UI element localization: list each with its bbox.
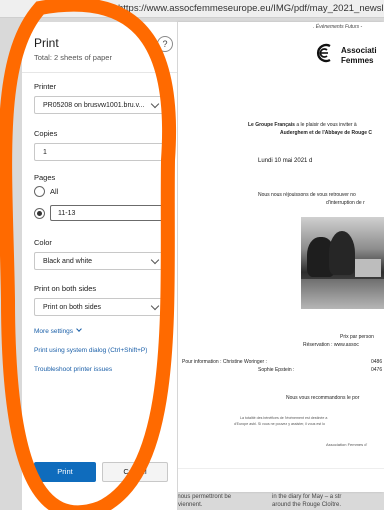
sheet-count: Total: 2 sheets of paper: [34, 53, 112, 62]
copies-label: Copies: [34, 129, 58, 138]
preview-info-phone-1: 0486: [371, 359, 383, 365]
pages-all-label: All: [50, 187, 59, 196]
preview-page-edge: [178, 468, 384, 492]
preview-info-name-2: Sophie Epstein :: [258, 367, 295, 373]
preview-body-line-1: Nous nous réjouissons de vous retrouver …: [258, 192, 356, 198]
preview-price: Prix par person: [340, 334, 374, 340]
more-settings-link[interactable]: More settings: [34, 326, 82, 335]
preview-header: . Événements Futurs -: [313, 24, 363, 30]
background-text-right-1: in the diary for May – a str: [272, 494, 342, 500]
pages-range-value: 11-13: [58, 210, 76, 217]
color-select[interactable]: Black and white: [34, 252, 168, 270]
duplex-value: Print on both sides: [43, 304, 101, 311]
preview-recommend: Nous vous recommandons le por: [286, 395, 360, 401]
preview-footer: Association Femmes d': [326, 442, 368, 447]
system-dialog-link[interactable]: Print using system dialog (Ctrl+Shift+P): [34, 347, 147, 354]
preview-info-phone-2: 0476: [371, 367, 383, 373]
help-icon[interactable]: ?: [157, 36, 173, 52]
duplex-label: Print on both sides: [34, 284, 97, 293]
preview-org-name-2: Femmes: [341, 56, 374, 65]
printer-value: PR05208 on brusvw1001.bru.v...: [43, 102, 145, 109]
preview-fine-print-1: La totalité des bénéfices de l'événement…: [240, 416, 328, 420]
preview-date: Lundi 10 mai 2021 d: [258, 158, 313, 164]
divider: [22, 72, 177, 73]
address-bar[interactable]: 60 https://www.assocfemmeseurope.eu/IMG/…: [0, 0, 384, 18]
preview-reservation: Réservation : www.assoc: [303, 342, 359, 348]
pages-range-radio[interactable]: [34, 208, 45, 219]
background-text-right-2: around the Rouge Cloître.: [272, 502, 342, 508]
pages-all-radio[interactable]: [34, 186, 45, 197]
preview-org-name-1: Associati: [341, 46, 377, 55]
copies-value: 1: [43, 149, 47, 156]
chevron-down-icon: [76, 326, 82, 332]
printer-label: Printer: [34, 82, 57, 91]
color-value: Black and white: [43, 258, 93, 265]
preview-fine-print-2: d'Europe asbl. Si vous ne pouvez y assis…: [234, 422, 325, 426]
print-settings-panel: Print Total: 2 sheets of paper ? Printer…: [22, 22, 178, 510]
duplex-select[interactable]: Print on both sides: [34, 298, 168, 316]
printer-select[interactable]: PR05208 on brusvw1001.bru.v...: [34, 96, 168, 114]
pages-label: Pages: [34, 173, 56, 182]
print-title: Print: [34, 36, 59, 50]
color-label: Color: [34, 238, 52, 247]
preview-intro-line-1: Le Groupe Français a le plaisir de vous …: [248, 122, 357, 128]
preview-intro-line-2: Auderghem et de l'Abbaye de Rouge C: [280, 130, 373, 136]
chevron-down-icon: [150, 301, 160, 311]
preview-info-label: Pour information : Christine Woringer :: [182, 359, 267, 365]
print-button[interactable]: Print: [34, 462, 96, 482]
organization-logo: [317, 43, 331, 63]
copies-input[interactable]: 1: [34, 143, 168, 161]
preview-photo: [301, 217, 384, 309]
pages-range-input[interactable]: 11-13: [50, 205, 168, 221]
tab-number: 60: [64, 3, 76, 14]
print-preview-page: . Événements Futurs - Associati Femmes L…: [178, 22, 384, 492]
preview-body-line-2: d'interruption de r: [326, 200, 365, 206]
troubleshoot-link[interactable]: Troubleshoot printer issues: [34, 366, 112, 373]
url-text[interactable]: https://www.assocfemmeseurope.eu/IMG/pdf…: [118, 3, 384, 14]
chevron-down-icon: [150, 99, 160, 109]
cancel-button[interactable]: Cancel: [102, 462, 168, 482]
chevron-down-icon: [150, 255, 160, 265]
